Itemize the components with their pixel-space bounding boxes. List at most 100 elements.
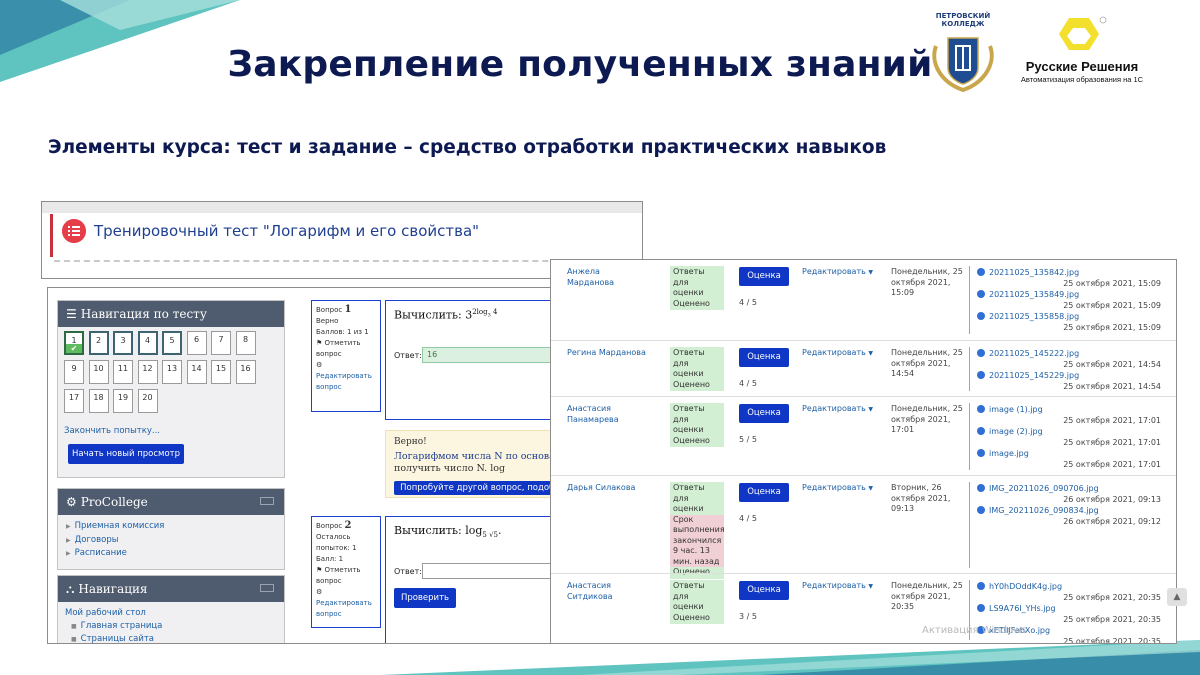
grade-button[interactable]: Оценка: [739, 404, 789, 423]
question-2-points: Балл: 1: [316, 555, 344, 563]
gear-icon: ⚙: [316, 588, 323, 596]
quiz-nav-button-13[interactable]: 13: [162, 360, 182, 384]
question-1-answer-label: Ответ:: [394, 351, 422, 360]
quiz-nav-button-10[interactable]: 10: [88, 360, 109, 384]
submitted-file[interactable]: image.jpg 25 октября 2021, 17:01: [977, 449, 1161, 471]
question-1-feedback: Верно! Логарифмом числа N по основанию п…: [385, 430, 556, 498]
grade-button[interactable]: Оценка: [739, 483, 789, 502]
student-name[interactable]: Анастасия Панамарева: [567, 404, 647, 425]
quiz-screenshot: ☰ Навигация по тесту 1 ✔ 2 3 4 5 6 7 8 9 10 11 12 13 14…: [47, 287, 557, 644]
finish-attempt-link[interactable]: Закончить попытку...: [64, 426, 160, 436]
submitted-file[interactable]: hY0hDOddK4g.jpg 25 октября 2021, 20:35: [977, 582, 1161, 604]
file-icon: [977, 449, 985, 457]
quiz-nav-button-17[interactable]: 17: [64, 389, 84, 413]
quiz-nav-button-7[interactable]: 7: [211, 331, 231, 355]
quiz-nav-button-9[interactable]: 9: [64, 360, 84, 384]
edit-dropdown[interactable]: Редактировать ▼: [802, 581, 873, 593]
student-name[interactable]: Регина Марданова: [567, 348, 647, 359]
caret-down-icon: ▼: [868, 269, 874, 276]
site-navigation-header[interactable]: ⛬ Навигация: [58, 576, 284, 602]
quiz-nav-button-18[interactable]: 18: [88, 389, 109, 413]
question-1-answer-field[interactable]: 16: [422, 347, 556, 363]
grade-button[interactable]: Оценка: [739, 348, 789, 367]
edit-question-1-link[interactable]: Редактировать вопрос: [316, 371, 376, 393]
link-contracts[interactable]: ▶ Договоры: [66, 534, 164, 548]
link-dashboard[interactable]: Мой рабочий стол: [65, 607, 162, 620]
submitted-file[interactable]: 20211025_135842.jpg 25 октября 2021, 15:…: [977, 268, 1161, 290]
link-home[interactable]: ■ Главная страница: [65, 620, 162, 634]
procollege-links: ▶ Приемная комиссия ▶ Договоры ▶ Расписание: [66, 520, 164, 561]
submitted-file[interactable]: image (1).jpg 25 октября 2021, 17:01: [977, 405, 1161, 427]
submitted-file[interactable]: 20211025_135849.jpg 25 октября 2021, 15:…: [977, 290, 1161, 312]
flag-question-2[interactable]: ⚑ Отметить вопрос: [316, 565, 376, 587]
scroll-to-top-button[interactable]: ▲: [1167, 588, 1187, 606]
test-title[interactable]: Тренировочный тест "Логарифм и его свойс…: [94, 222, 479, 240]
submitted-file[interactable]: 20211025_145222.jpg 25 октября 2021, 14:…: [977, 349, 1161, 371]
file-icon: [977, 427, 985, 435]
student-name[interactable]: Дарья Силакова: [567, 483, 647, 494]
feedback-status: Верно!: [394, 437, 427, 447]
submitted-file[interactable]: image (2).jpg 25 октября 2021, 17:01: [977, 427, 1161, 449]
student-name[interactable]: Анастасия Ситдикова: [567, 581, 647, 602]
link-admissions[interactable]: ▶ Приемная комиссия: [66, 520, 164, 534]
file-date: 25 октября 2021, 17:01: [1063, 438, 1161, 447]
files-divider: [969, 266, 970, 334]
quiz-nav-button-2[interactable]: 2: [88, 331, 109, 355]
question-1-number: 1: [344, 304, 352, 315]
submitted-file[interactable]: IMG_20211026_090706.jpg 26 октября 2021,…: [977, 484, 1161, 506]
flag-question-1[interactable]: ⚑ Отметить вопрос: [316, 338, 376, 360]
start-new-preview-button[interactable]: Начать новый просмотр: [68, 444, 184, 464]
quiz-nav-button-5[interactable]: 5: [162, 331, 182, 355]
quiz-nav-button-1[interactable]: 1 ✔: [64, 331, 84, 355]
submission-date: Понедельник, 25 октября 2021, 17:01: [891, 404, 963, 434]
quiz-navigation-header[interactable]: ☰ Навигация по тесту: [58, 301, 284, 327]
question-2-answer-field[interactable]: [422, 563, 556, 579]
flag-icon: ⚑: [316, 566, 323, 574]
try-another-question-button[interactable]: Попробуйте другой вопрос, подобн: [394, 481, 556, 495]
gears-icon: ⚙: [66, 495, 77, 509]
grade-score: 3 / 5: [739, 612, 757, 621]
submitted-file[interactable]: 20211025_145229.jpg 25 октября 2021, 14:…: [977, 371, 1161, 393]
submitted-file[interactable]: 20211025_135858.jpg 25 октября 2021, 15:…: [977, 312, 1161, 334]
college-logo-text: ПЕТРОВСКИЙ КОЛЛЕДЖ: [935, 12, 991, 28]
link-site-pages[interactable]: ■ Страницы сайта: [65, 633, 162, 643]
quiz-nav-button-4[interactable]: 4: [137, 331, 158, 355]
file-date: 25 октября 2021, 14:54: [1063, 360, 1161, 369]
check-button[interactable]: Проверить: [394, 588, 456, 608]
submitted-file[interactable]: LS9A76I_YHs.jpg 25 октября 2021, 20:35: [977, 604, 1161, 626]
edit-dropdown[interactable]: Редактировать ▼: [802, 404, 873, 416]
files-divider: [969, 347, 970, 391]
quiz-nav-button-12[interactable]: 12: [137, 360, 158, 384]
file-icon: [977, 506, 985, 514]
edit-dropdown[interactable]: Редактировать ▼: [802, 348, 873, 360]
quiz-nav-button-14[interactable]: 14: [186, 360, 207, 384]
edit-dropdown[interactable]: Редактировать ▼: [802, 483, 873, 495]
file-date: 26 октября 2021, 09:12: [1063, 517, 1161, 526]
student-name[interactable]: Анжела Марданова: [567, 267, 647, 288]
edit-question-2-link[interactable]: Редактировать вопрос: [316, 598, 376, 620]
quiz-nav-button-20[interactable]: 20: [137, 389, 158, 413]
caret-down-icon: ▼: [868, 583, 874, 590]
quiz-navigation-block: ☰ Навигация по тесту 1 ✔ 2 3 4 5 6 7 8 9 10 11 12 13 14…: [57, 300, 285, 478]
grade-score: 4 / 5: [739, 514, 757, 523]
link-schedule[interactable]: ▶ Расписание: [66, 547, 164, 561]
quiz-nav-button-6[interactable]: 6: [186, 331, 207, 355]
quiz-nav-button-8[interactable]: 8: [235, 331, 256, 355]
brand-name: Русские Решения: [1025, 59, 1139, 74]
grade-button[interactable]: Оценка: [739, 267, 789, 286]
grade-button[interactable]: Оценка: [739, 581, 789, 600]
procollege-header[interactable]: ⚙ ProCollege: [58, 489, 284, 515]
quiz-nav-button-11[interactable]: 11: [113, 360, 133, 384]
submission-row: Дарья Силакова Ответы для оценки Срок выпо…: [551, 475, 1176, 579]
flag-icon: ⚑: [316, 339, 323, 347]
question-1-info: Вопрос 1 Верно Баллов: 1 из 1 ⚑ Отметить…: [311, 300, 381, 412]
collapse-icon[interactable]: [260, 497, 274, 505]
submitted-file[interactable]: IMG_20211026_090834.jpg 26 октября 2021,…: [977, 506, 1161, 528]
quiz-nav-button-19[interactable]: 19: [113, 389, 133, 413]
collapse-icon[interactable]: [260, 584, 274, 592]
quiz-nav-button-16[interactable]: 16: [235, 360, 256, 384]
edit-dropdown[interactable]: Редактировать ▼: [802, 267, 873, 279]
quiz-nav-button-15[interactable]: 15: [211, 360, 231, 384]
quiz-nav-button-3[interactable]: 3: [113, 331, 133, 355]
file-icon: [977, 484, 985, 492]
